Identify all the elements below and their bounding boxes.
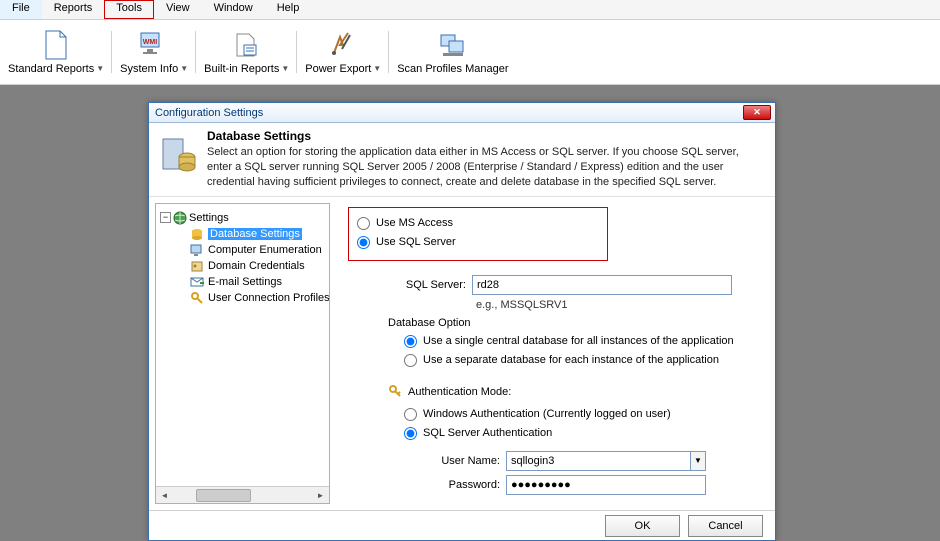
power-export-icon xyxy=(327,29,359,61)
close-icon: ✕ xyxy=(753,107,761,118)
radio-label: SQL Server Authentication xyxy=(423,427,552,439)
radio-label: Use a separate database for each instanc… xyxy=(423,354,719,366)
chevron-down-icon: ▼ xyxy=(96,64,104,73)
auth-mode-heading: Authentication Mode: xyxy=(408,386,511,398)
tree-label: Domain Credentials xyxy=(208,260,305,272)
chevron-down-icon: ▼ xyxy=(694,456,702,465)
settings-panel: Use MS Access Use SQL Server SQL Server:… xyxy=(336,197,775,510)
sql-server-hint: e.g., MSSQLSRV1 xyxy=(476,299,763,311)
key-icon xyxy=(388,384,402,401)
dialog-title: Configuration Settings xyxy=(153,107,743,119)
radio-auth-windows-input[interactable] xyxy=(404,408,417,421)
tree-root-label: Settings xyxy=(189,212,229,224)
tree-node-email-settings[interactable]: E-mail Settings xyxy=(160,274,330,290)
radio-auth-windows[interactable]: Windows Authentication (Currently logged… xyxy=(404,405,763,424)
sql-server-input[interactable] xyxy=(472,275,732,295)
dialog-header: Database Settings Select an option for s… xyxy=(149,123,775,197)
svg-text:WMI: WMI xyxy=(143,39,157,46)
email-icon xyxy=(190,275,204,289)
tree-label: Database Settings xyxy=(208,228,302,240)
toolbar-label: Standard Reports xyxy=(8,63,94,75)
scroll-right-button[interactable]: ► xyxy=(312,487,329,504)
chevron-down-icon: ▼ xyxy=(180,64,188,73)
radio-db-separate-input[interactable] xyxy=(404,354,417,367)
password-input[interactable] xyxy=(506,475,706,495)
menu-tools[interactable]: Tools xyxy=(104,0,154,19)
toolbar-label: Built-in Reports xyxy=(204,63,279,75)
tree-node-database-settings[interactable]: Database Settings xyxy=(160,226,330,242)
tree-label: Computer Enumeration xyxy=(208,244,322,256)
tree-node-computer-enumeration[interactable]: Computer Enumeration xyxy=(160,242,330,258)
database-icon xyxy=(190,227,204,241)
toolbar-scan-profiles[interactable]: Scan Profiles Manager xyxy=(389,23,516,81)
ok-button[interactable]: OK xyxy=(605,515,680,537)
toolbar-label: System Info xyxy=(120,63,178,75)
menu-file[interactable]: File xyxy=(0,0,42,19)
toolbar-standard-reports[interactable]: Standard Reports ▼ xyxy=(0,23,112,81)
radio-auth-sql-input[interactable] xyxy=(404,427,417,440)
radio-auth-sql[interactable]: SQL Server Authentication xyxy=(404,424,763,443)
radio-db-single[interactable]: Use a single central database for all in… xyxy=(404,332,763,351)
chevron-down-icon: ▼ xyxy=(373,64,381,73)
storage-option-group: Use MS Access Use SQL Server xyxy=(348,207,608,261)
computer-icon xyxy=(190,243,204,257)
tree-label: User Connection Profiles xyxy=(208,292,330,304)
sql-server-label: SQL Server: xyxy=(348,279,466,291)
toolbar-label: Power Export xyxy=(305,63,371,75)
radio-label: Windows Authentication (Currently logged… xyxy=(423,408,671,420)
globe-icon xyxy=(173,211,187,225)
database-settings-icon xyxy=(159,129,199,175)
tree-collapse-icon[interactable]: − xyxy=(160,212,171,223)
horizontal-scrollbar[interactable]: ◄ ► xyxy=(156,486,329,503)
main-toolbar: Standard Reports ▼ WMI System Info ▼ Bui… xyxy=(0,20,940,85)
header-description: Select an option for storing the applica… xyxy=(207,145,765,190)
toolbar-builtin-reports[interactable]: Built-in Reports ▼ xyxy=(196,23,297,81)
menu-window[interactable]: Window xyxy=(202,0,265,19)
username-label: User Name: xyxy=(420,455,500,467)
system-info-icon: WMI xyxy=(138,29,170,61)
scan-profiles-icon xyxy=(437,29,469,61)
menu-reports[interactable]: Reports xyxy=(42,0,105,19)
radio-ms-access[interactable]: Use MS Access xyxy=(357,214,599,233)
username-dropdown-button[interactable]: ▼ xyxy=(690,451,706,471)
radio-label: Use SQL Server xyxy=(376,236,456,248)
chevron-down-icon: ▼ xyxy=(281,64,289,73)
tree-node-root[interactable]: − Settings xyxy=(160,210,330,226)
configuration-dialog: Configuration Settings ✕ Database Settin… xyxy=(148,102,776,541)
password-label: Password: xyxy=(420,479,500,491)
tree-node-domain-credentials[interactable]: Domain Credentials xyxy=(160,258,330,274)
credentials-icon xyxy=(190,259,204,273)
radio-db-separate[interactable]: Use a separate database for each instanc… xyxy=(404,351,763,370)
db-option-heading: Database Option xyxy=(388,317,763,329)
report-page-icon xyxy=(40,29,72,61)
builtin-reports-icon xyxy=(231,29,263,61)
radio-db-single-input[interactable] xyxy=(404,335,417,348)
key-icon xyxy=(190,291,204,305)
menu-bar: File Reports Tools View Window Help xyxy=(0,0,940,20)
radio-label: Use a single central database for all in… xyxy=(423,335,734,347)
radio-label: Use MS Access xyxy=(376,217,453,229)
toolbar-system-info[interactable]: WMI System Info ▼ xyxy=(112,23,196,81)
settings-tree[interactable]: − Settings Database Settings Computer En… xyxy=(155,203,330,504)
radio-sql-server-input[interactable] xyxy=(357,236,370,249)
cancel-button[interactable]: Cancel xyxy=(688,515,763,537)
header-heading: Database Settings xyxy=(207,129,765,143)
close-button[interactable]: ✕ xyxy=(743,105,771,120)
dialog-titlebar[interactable]: Configuration Settings ✕ xyxy=(149,103,775,123)
tree-node-user-connection-profiles[interactable]: User Connection Profiles xyxy=(160,290,330,306)
dialog-footer: OK Cancel xyxy=(149,510,775,540)
scroll-thumb[interactable] xyxy=(196,489,251,502)
menu-view[interactable]: View xyxy=(154,0,202,19)
menu-help[interactable]: Help xyxy=(265,0,312,19)
username-input[interactable] xyxy=(506,451,690,471)
toolbar-label: Scan Profiles Manager xyxy=(397,63,508,75)
toolbar-power-export[interactable]: Power Export ▼ xyxy=(297,23,389,81)
radio-ms-access-input[interactable] xyxy=(357,217,370,230)
scroll-left-button[interactable]: ◄ xyxy=(156,487,173,504)
tree-label: E-mail Settings xyxy=(208,276,282,288)
radio-sql-server[interactable]: Use SQL Server xyxy=(357,233,599,252)
